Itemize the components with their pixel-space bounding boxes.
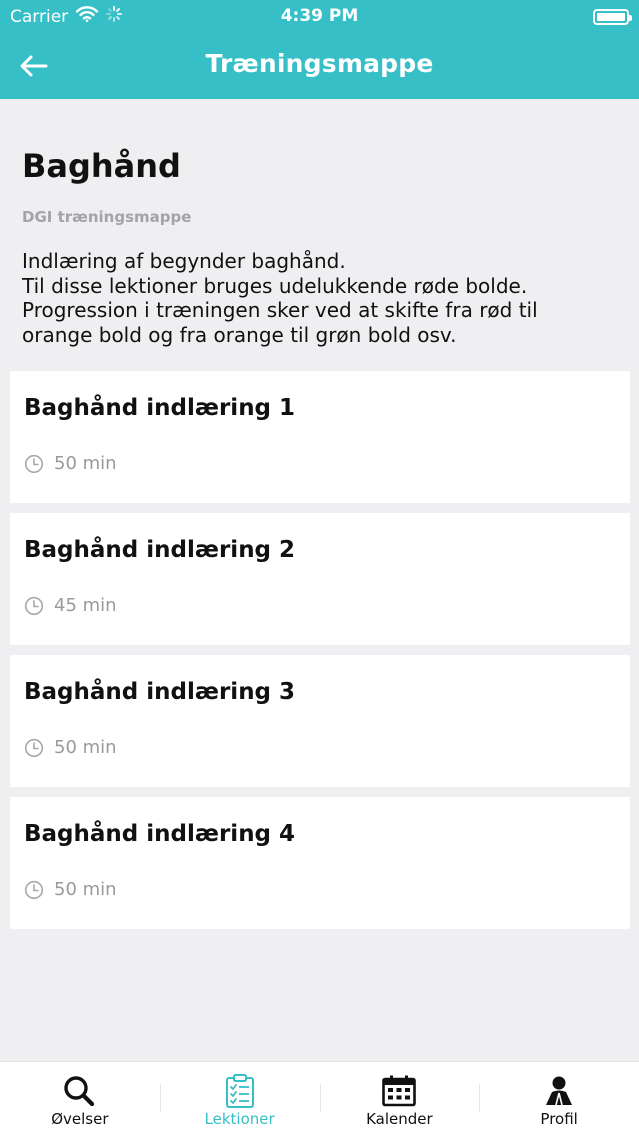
lesson-duration: 50 min	[24, 453, 117, 474]
clipboard-check-icon	[220, 1074, 260, 1108]
lesson-card[interactable]: Baghånd indlæring 2 45 min	[10, 513, 630, 645]
lesson-duration: 50 min	[24, 879, 117, 900]
tab-ovelser[interactable]: Øvelser	[0, 1062, 160, 1136]
status-bar: Carrier 4:39 PM	[0, 0, 639, 34]
battery-fill	[597, 13, 625, 21]
lesson-title: Baghånd indlæring 1	[24, 395, 296, 421]
tab-label: Lektioner	[204, 1110, 275, 1128]
tab-profil[interactable]: Profil	[479, 1062, 639, 1136]
duration-text: 50 min	[54, 737, 117, 758]
page-description: Indlæring af begynder baghånd. Til disse…	[22, 249, 632, 347]
tab-bar: Øvelser Lektioner Kalender Profil	[0, 1061, 639, 1136]
tab-label: Kalender	[366, 1110, 433, 1128]
search-icon	[60, 1074, 100, 1108]
lesson-title: Baghånd indlæring 4	[24, 821, 296, 847]
nav-bar: Træningsmappe	[0, 34, 639, 99]
tab-kalender[interactable]: Kalender	[319, 1062, 480, 1136]
duration-text: 45 min	[54, 595, 117, 616]
duration-text: 50 min	[54, 453, 117, 474]
description-line: Til disse lektioner bruges udelukkende r…	[22, 273, 528, 298]
lesson-card[interactable]: Baghånd indlæring 4 50 min	[10, 797, 630, 929]
description-line: Indlæring af begynder baghånd.	[22, 249, 346, 273]
clock-icon	[24, 596, 44, 615]
lesson-duration: 50 min	[24, 737, 117, 758]
duration-text: 50 min	[54, 879, 117, 900]
lesson-duration: 45 min	[24, 595, 117, 616]
description-line: orange bold og fra orange til grøn bold …	[22, 322, 457, 347]
calendar-icon	[379, 1074, 419, 1108]
page-subtitle: DGI træningsmappe	[22, 208, 192, 226]
app-root: Carrier 4:39 PM Træningsmappe Baghånd DG…	[0, 0, 639, 1136]
tab-lektioner[interactable]: Lektioner	[159, 1062, 320, 1136]
clock-icon	[24, 880, 44, 899]
lesson-card[interactable]: Baghånd indlæring 1 50 min	[10, 371, 630, 503]
tab-label: Øvelser	[51, 1110, 109, 1128]
nav-title: Træningsmappe	[205, 49, 434, 78]
lesson-title: Baghånd indlæring 3	[24, 679, 296, 705]
status-time: 4:39 PM	[280, 6, 359, 26]
battery-icon	[593, 9, 632, 25]
header: Carrier 4:39 PM Træningsmappe	[0, 0, 639, 99]
clock-icon	[24, 738, 44, 757]
description-line: Progression i træningen sker ved at skif…	[22, 298, 538, 322]
person-icon	[539, 1074, 579, 1108]
clock-icon	[24, 454, 44, 473]
lesson-title: Baghånd indlæring 2	[24, 537, 296, 563]
tab-label: Profil	[540, 1110, 578, 1128]
page-title: Baghånd	[22, 147, 181, 185]
lesson-card[interactable]: Baghånd indlæring 3 50 min	[10, 655, 630, 787]
